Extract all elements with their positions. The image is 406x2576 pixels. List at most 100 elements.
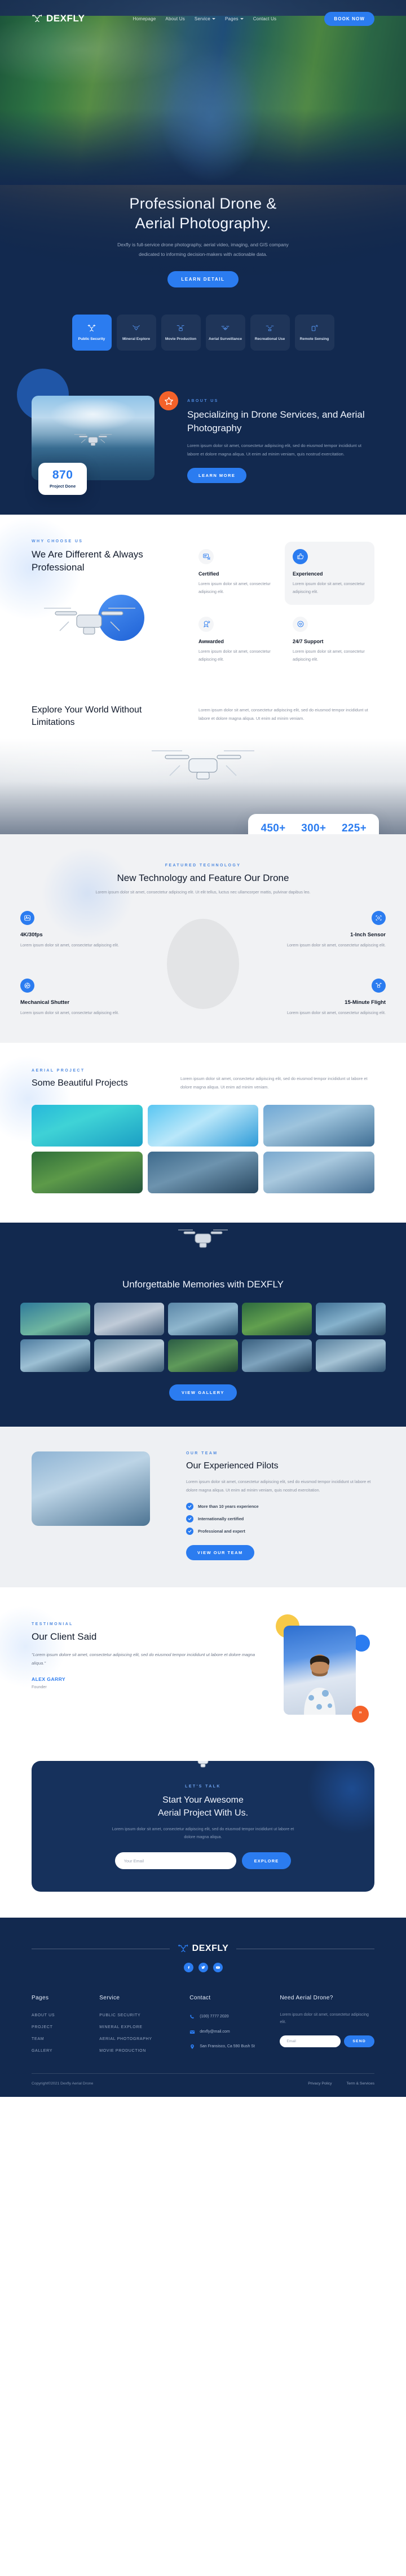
twitter-icon bbox=[201, 1966, 205, 1969]
gallery-photo[interactable] bbox=[316, 1339, 386, 1372]
service-label: Remote Sensing bbox=[299, 337, 329, 341]
feature-text: Lorem ipsum dolor sit amet, consectetur … bbox=[293, 648, 365, 662]
service-card-remote-sensing[interactable]: Remote Sensing bbox=[294, 315, 334, 351]
cta-explore-button[interactable]: EXPLORE bbox=[241, 1852, 292, 1869]
footer-link-movie-production[interactable]: MOVIE PRODUCTION bbox=[99, 2049, 182, 2053]
project-thumbnail[interactable] bbox=[32, 1151, 143, 1193]
contact-address-text: San Fransisco, Ca 590 Bush St bbox=[200, 2044, 255, 2049]
phone-icon bbox=[190, 2015, 195, 2019]
newsletter-send-button[interactable]: SEND bbox=[344, 2035, 374, 2047]
learn-detail-button[interactable]: LEARN DETAIL bbox=[167, 271, 239, 288]
nav-item-service[interactable]: Service bbox=[195, 16, 215, 21]
footer-link-list: ABOUT US PROJECT TEAM GALLERY bbox=[32, 2013, 91, 2053]
facebook-link[interactable] bbox=[183, 1963, 193, 1972]
book-now-button[interactable]: BOOK NOW bbox=[324, 11, 374, 26]
feature-card-awwarded[interactable]: Awwarded Lorem ipsum dolor sit amet, con… bbox=[191, 609, 280, 672]
twitter-link[interactable] bbox=[198, 1963, 208, 1972]
brand-logo[interactable]: DEXFLY bbox=[32, 13, 85, 24]
terms-link[interactable]: Term & Services bbox=[347, 2082, 374, 2086]
gallery-photo[interactable] bbox=[168, 1339, 238, 1372]
service-card-public-security[interactable]: Public Security bbox=[72, 315, 112, 351]
feature-name: Certified bbox=[198, 570, 219, 577]
why-choose-us-section: WHY CHOOSE US We Are Different & Always … bbox=[0, 514, 406, 698]
checklist-item: More than 10 years experience bbox=[186, 1502, 374, 1510]
about-media: 870 Project Done bbox=[32, 381, 178, 495]
footer-heading: Pages bbox=[32, 1995, 49, 2001]
explore-text: Lorem ipsum dolor sit amet, consectetur … bbox=[198, 707, 368, 722]
service-card-movie-production[interactable]: Movie Production bbox=[161, 315, 201, 351]
legal-links: Privacy Policy Term & Services bbox=[308, 2082, 374, 2086]
nav-item-homepage[interactable]: Homepage bbox=[133, 16, 156, 21]
view-team-button[interactable]: VIEW OUR TEAM bbox=[186, 1544, 254, 1560]
footer-link-public-security[interactable]: PUBLIC SECURITY bbox=[99, 2013, 182, 2017]
cta-text: Lorem ipsum dolor sit amet, consectetur … bbox=[112, 1826, 294, 1839]
tech-item-mechanical-shutter: Mechanical Shutter Lorem ipsum dolor sit… bbox=[20, 978, 127, 1017]
footer-link-aerial-photography[interactable]: AERIAL PHOTOGRAPHY bbox=[99, 2037, 182, 2041]
footer-logo[interactable]: DEXFLY bbox=[178, 1944, 229, 1954]
nav-links: Homepage About Us Service Pages Contact … bbox=[133, 16, 277, 21]
privacy-policy-link[interactable]: Privacy Policy bbox=[308, 2082, 332, 2086]
about-eyebrow: ABOUT US bbox=[187, 399, 219, 403]
cta-eyebrow: LET'S TALK bbox=[185, 1784, 221, 1789]
stat-caption: Project Done bbox=[50, 484, 76, 489]
team-content: OUR TEAM Our Experienced Pilots Lorem ip… bbox=[186, 1451, 374, 1560]
technology-heading: FEATURED TECHNOLOGY New Technology and F… bbox=[20, 864, 386, 896]
tech-text: Lorem ipsum dolor sit amet, consectetur … bbox=[20, 1010, 119, 1015]
testimonial-media: ” bbox=[276, 1614, 374, 1723]
gallery-photo[interactable] bbox=[94, 1302, 164, 1335]
mountain-banner: 450+ Happy Client 300+ Aerial Filming 22… bbox=[0, 738, 406, 834]
cta-email-input[interactable] bbox=[114, 1852, 236, 1869]
footer-link-team[interactable]: TEAM bbox=[32, 2037, 91, 2041]
youtube-link[interactable] bbox=[213, 1963, 223, 1972]
image-frame-icon bbox=[24, 915, 30, 920]
contact-email[interactable]: dexfly@mail.com bbox=[189, 2029, 272, 2036]
nav-item-pages[interactable]: Pages bbox=[225, 16, 244, 21]
award-medal-icon bbox=[203, 621, 210, 628]
feature-card-experienced[interactable]: Experienced Lorem ipsum dolor sit amet, … bbox=[285, 541, 374, 605]
about-learn-more-button[interactable]: LEARN MORE bbox=[187, 467, 247, 483]
gallery-photo[interactable] bbox=[242, 1302, 312, 1335]
service-card-mineral-explore[interactable]: Mineral Explore bbox=[116, 315, 156, 351]
checklist-label: More than 10 years experience bbox=[198, 1503, 259, 1509]
feature-card-certified[interactable]: Certified Lorem ipsum dolor sit amet, co… bbox=[191, 542, 280, 605]
checklist-label: Professional and expert bbox=[198, 1528, 245, 1534]
contact-phone[interactable]: (100) 7777 2020 bbox=[189, 2013, 272, 2021]
hero-title-line-2: Aerial Photography. bbox=[135, 214, 271, 232]
tech-name: 15-Minute Flight bbox=[345, 999, 386, 1006]
testimonial-section: TESTIMONIAL Our Client Said "Lorem ipsum… bbox=[0, 1587, 406, 1744]
gallery-photo[interactable] bbox=[316, 1302, 386, 1335]
why-eyebrow: WHY CHOOSE US bbox=[32, 539, 83, 543]
tech-icon-wrap bbox=[20, 978, 34, 993]
nav-item-contact-us[interactable]: Contact Us bbox=[253, 16, 277, 21]
project-thumbnail[interactable] bbox=[147, 1104, 259, 1147]
tech-eyebrow: FEATURED TECHNOLOGY bbox=[165, 863, 241, 867]
feature-card-support[interactable]: 24/7 Support Lorem ipsum dolor sit amet,… bbox=[285, 609, 374, 672]
footer-link-project[interactable]: PROJECT bbox=[32, 2025, 91, 2029]
footer-link-mineral-explore[interactable]: MINERAL EXPLORE bbox=[99, 2025, 182, 2029]
footer-heading: Contact bbox=[189, 1995, 211, 2001]
nav-item-about-us[interactable]: About Us bbox=[165, 16, 185, 21]
gallery-photo[interactable] bbox=[20, 1339, 90, 1372]
project-thumbnail[interactable] bbox=[147, 1151, 259, 1193]
footer-link-about-us[interactable]: ABOUT US bbox=[32, 2013, 91, 2017]
technology-section: FEATURED TECHNOLOGY New Technology and F… bbox=[0, 834, 406, 1043]
view-gallery-button[interactable]: VIEW GALLERY bbox=[169, 1384, 237, 1401]
project-thumbnail[interactable] bbox=[263, 1104, 374, 1147]
feature-text: Lorem ipsum dolor sit amet, consectetur … bbox=[198, 581, 271, 594]
gallery-photo[interactable] bbox=[168, 1302, 238, 1335]
tech-text: Lorem ipsum dolor sit amet, consectetur … bbox=[287, 942, 386, 948]
service-card-aerial-surveillance[interactable]: Aerial Surveillance bbox=[205, 315, 245, 351]
project-thumbnail[interactable] bbox=[263, 1151, 374, 1193]
gallery-photo[interactable] bbox=[242, 1339, 312, 1372]
nav-label: Pages bbox=[225, 16, 239, 21]
newsletter-email-input[interactable] bbox=[280, 2035, 341, 2047]
star-outline-icon bbox=[164, 396, 173, 405]
drone-remote-icon bbox=[311, 325, 318, 331]
drone-logo-icon bbox=[178, 1944, 188, 1953]
gallery-photo[interactable] bbox=[94, 1339, 164, 1372]
testimonial-author: ALEX GARRY bbox=[32, 1676, 66, 1682]
gallery-photo[interactable] bbox=[20, 1302, 90, 1335]
tech-column-right: 1-Inch Sensor Lorem ipsum dolor sit amet… bbox=[279, 910, 386, 1017]
service-card-recreational-use[interactable]: Recreational Use bbox=[250, 315, 290, 351]
footer-link-gallery[interactable]: GALLERY bbox=[32, 2049, 91, 2053]
